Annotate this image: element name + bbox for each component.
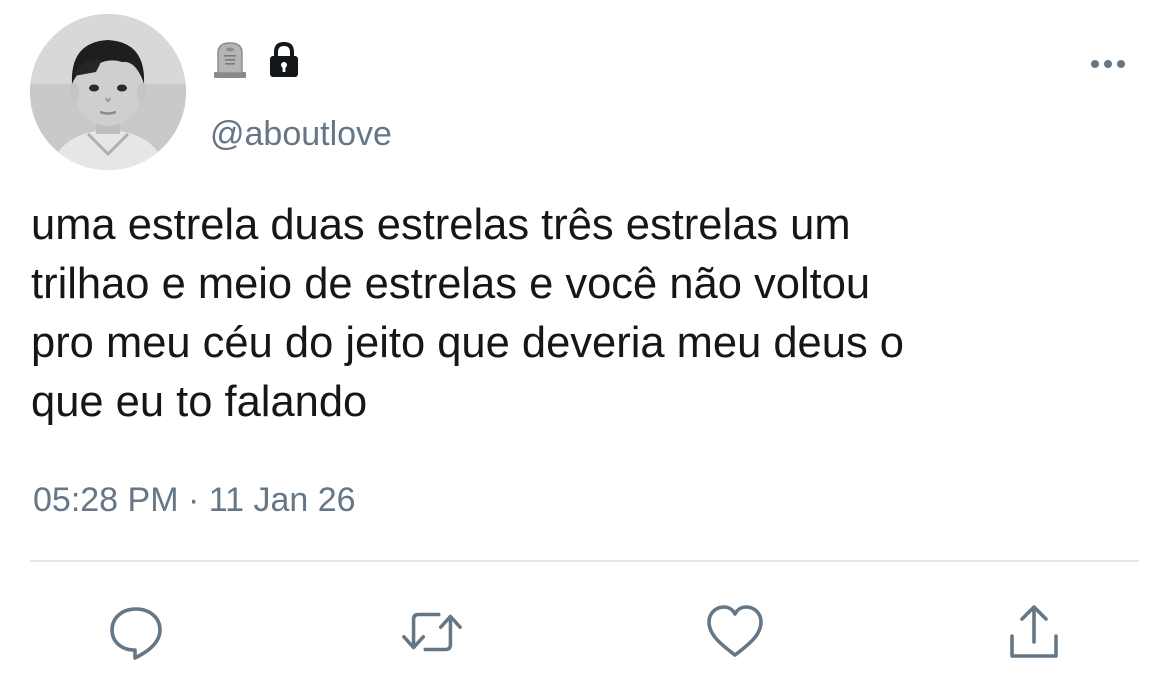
- share-button[interactable]: [1002, 600, 1066, 664]
- display-name-emoji: [212, 40, 302, 80]
- speech-bubble-icon: [110, 607, 162, 660]
- lock-icon: [270, 41, 298, 77]
- retweet-arrows-icon: [402, 612, 462, 652]
- headstone-icon: [214, 42, 246, 78]
- more-options-button[interactable]: [1086, 52, 1130, 76]
- share-upload-icon: [1010, 605, 1058, 658]
- tweet-text: uma estrela duas estrelas três estrelas …: [31, 201, 904, 426]
- like-button[interactable]: [703, 600, 767, 664]
- user-handle[interactable]: @aboutlove: [210, 112, 392, 156]
- ellipsis-icon: [1091, 60, 1125, 68]
- tweet-timestamp[interactable]: 05:28 PM · 11 Jan 26: [33, 478, 356, 522]
- retweet-button[interactable]: [400, 600, 464, 664]
- child-photo-avatar-image: [30, 14, 186, 170]
- divider: [30, 560, 1139, 562]
- heart-icon: [707, 605, 763, 657]
- avatar[interactable]: [30, 14, 186, 170]
- reply-button[interactable]: [104, 600, 168, 664]
